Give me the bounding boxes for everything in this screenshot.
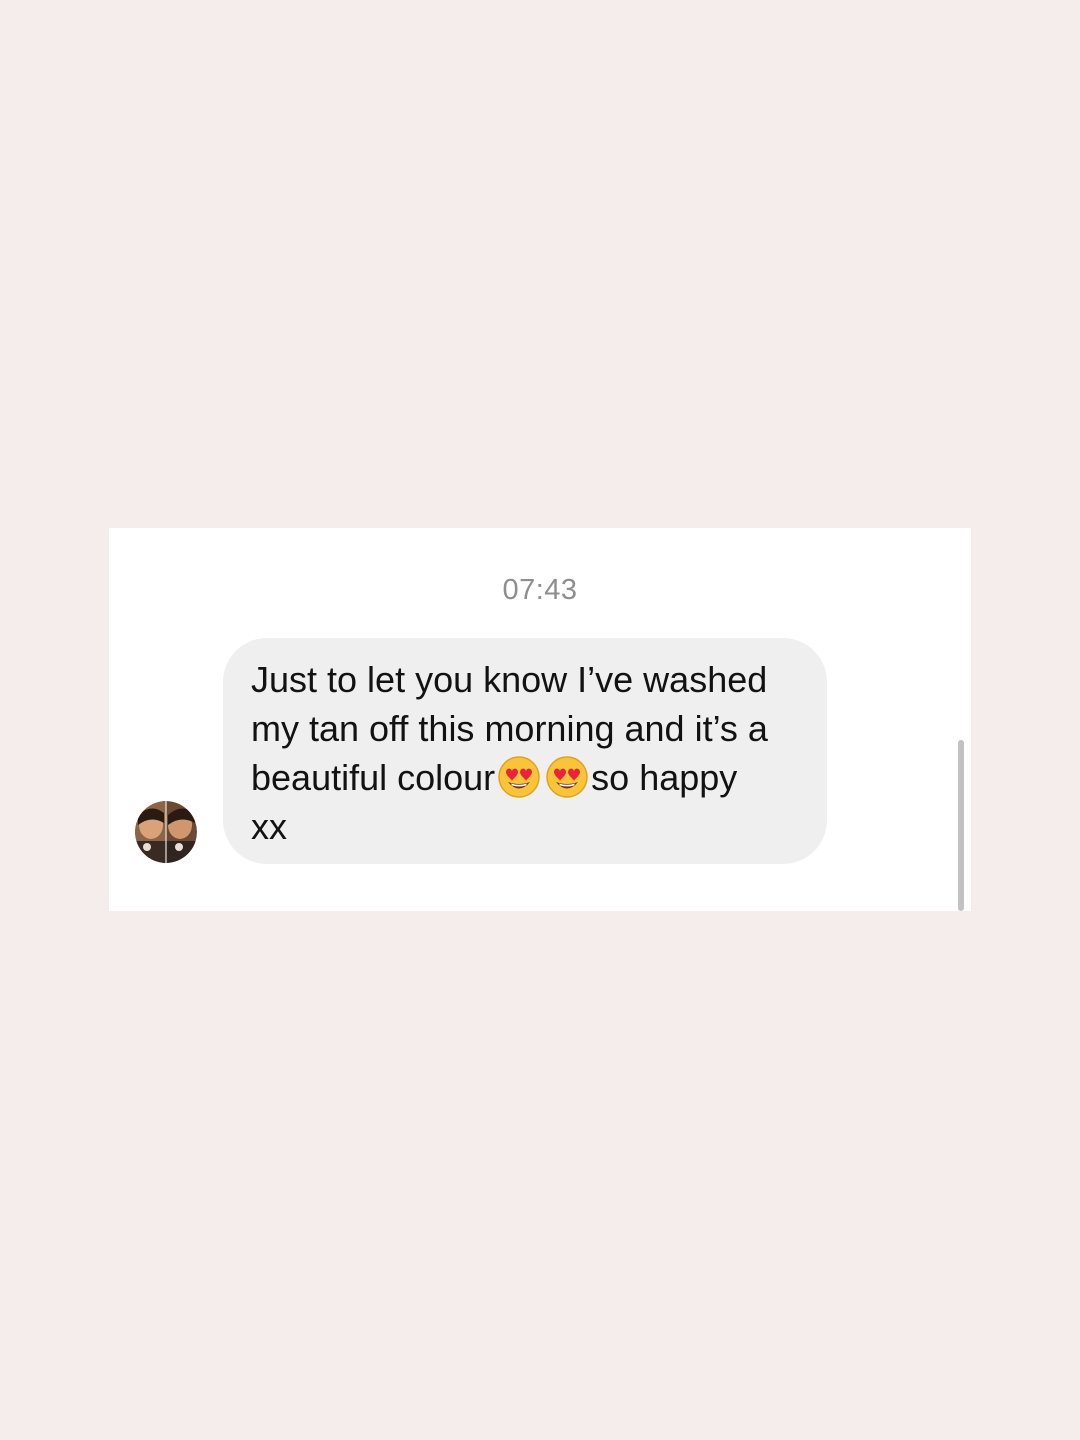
message-text: Just to let you know I’ve washed my tan … xyxy=(251,655,807,851)
message-line-3-end: so happy xyxy=(591,757,738,798)
incoming-message-bubble[interactable]: Just to let you know I’ve washed my tan … xyxy=(223,638,827,864)
message-line-4: xx xyxy=(251,806,287,847)
message-line-1: Just to let you know I’ve washed xyxy=(251,659,768,700)
message-line-3-start: beautiful colour xyxy=(251,757,496,798)
smiling-face-with-heart-eyes-icon xyxy=(498,756,540,798)
avatar[interactable] xyxy=(135,801,197,863)
scrollbar[interactable] xyxy=(958,740,964,911)
chat-panel: 07:43 Just to let you know I’ve washed m… xyxy=(109,528,971,911)
smiling-face-with-heart-eyes-icon xyxy=(546,756,588,798)
message-line-2: my tan off this morning and it’s a xyxy=(251,708,768,749)
message-timestamp: 07:43 xyxy=(502,574,578,606)
avatar-photo xyxy=(135,801,197,863)
